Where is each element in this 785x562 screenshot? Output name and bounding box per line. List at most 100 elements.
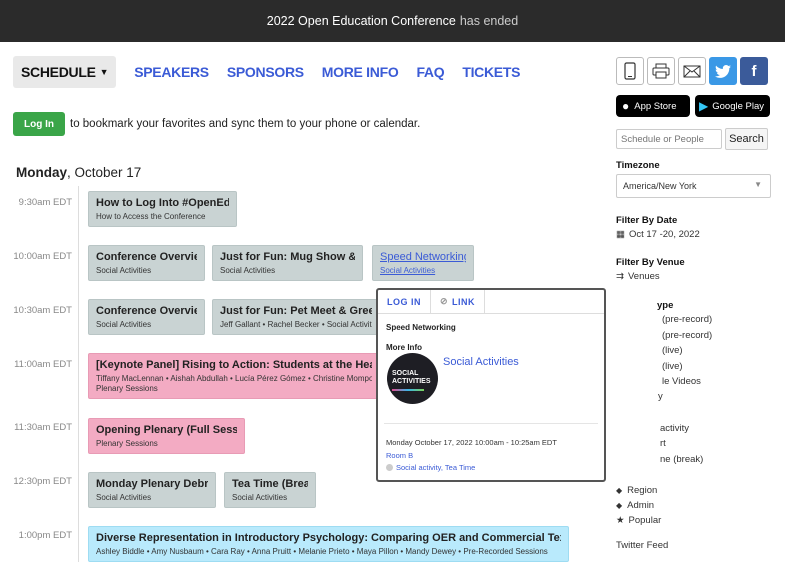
twitter-icon[interactable] xyxy=(709,57,737,85)
tags-label: Social activity, Tea Time xyxy=(396,463,476,472)
app-store-label: App Store xyxy=(634,100,677,112)
search-input[interactable] xyxy=(616,129,722,149)
filter-region[interactable]: ◆ Region xyxy=(616,485,657,496)
play-icon: ▶ xyxy=(699,99,709,113)
region-label: Region xyxy=(627,485,658,496)
time-label: 12:30pm EDT xyxy=(13,476,72,487)
time-label: 11:30am EDT xyxy=(14,422,72,433)
logo-stripe xyxy=(392,389,424,391)
schedule-menu-button[interactable]: SCHEDULE ▼ xyxy=(13,56,117,88)
event-card[interactable]: [Keynote Panel] Rising to Action: Studen… xyxy=(88,353,380,399)
event-card[interactable]: Diverse Representation in Introductory P… xyxy=(88,526,569,562)
type-item-partial[interactable]: (live) xyxy=(662,361,683,372)
event-card[interactable]: Tea Time (Break) Social Activities xyxy=(224,472,316,508)
event-card-active[interactable]: Speed Networking Social Activities xyxy=(372,245,474,281)
popup-divider xyxy=(384,423,598,424)
event-card[interactable]: Conference Overview Social Activities xyxy=(88,245,205,281)
filter-venue-label: Filter By Venue xyxy=(616,257,685,268)
search-button[interactable]: Search xyxy=(725,128,768,150)
event-card[interactable]: Conference Overview Social Activities xyxy=(88,299,205,335)
main-nav: SCHEDULE ▼ SPEAKERS SPONSORS MORE INFO FA… xyxy=(13,56,520,88)
mobile-icon[interactable] xyxy=(616,57,644,85)
popup-tags[interactable]: Social activity, Tea Time xyxy=(386,463,475,472)
day-heading: Monday, October 17 xyxy=(16,165,141,180)
event-title: Just for Fun: Mug Show & Tell xyxy=(220,251,355,263)
type-item-partial[interactable]: (pre-record) xyxy=(662,330,712,341)
banner-title: 2022 Open Education Conference xyxy=(266,14,456,28)
type-item-partial[interactable]: le Videos xyxy=(662,376,701,387)
event-sub: Tiffany MacLennan • Aishah Abdullah • Lu… xyxy=(96,374,372,383)
type-item-partial[interactable]: activity xyxy=(660,423,689,434)
weekday: Monday xyxy=(16,165,68,180)
nav-sponsors[interactable]: SPONSORS xyxy=(227,64,304,80)
app-store-button[interactable]: ● App Store xyxy=(616,95,690,117)
logo-line1: SOCIAL xyxy=(392,370,419,377)
link-icon: ⊘ xyxy=(440,296,449,306)
popup-room-link[interactable]: Room B xyxy=(386,451,413,460)
nav-more-info[interactable]: MORE INFO xyxy=(322,64,399,80)
timeline-divider xyxy=(78,186,79,562)
event-title: Tea Time (Break) xyxy=(232,478,308,490)
login-button[interactable]: Log In xyxy=(13,112,65,136)
event-card[interactable]: Just for Fun: Mug Show & Tell Social Act… xyxy=(212,245,363,281)
type-item-partial[interactable]: rt xyxy=(660,438,666,449)
event-sub: Social Activities xyxy=(96,320,152,329)
event-title: Just for Fun: Pet Meet & Greet xyxy=(220,305,372,317)
login-row: Log In to bookmark your favorites and sy… xyxy=(13,112,420,136)
type-item-partial[interactable]: (live) xyxy=(662,345,683,356)
calendar-icon: ▦ xyxy=(616,229,625,240)
event-sub: Social Activities xyxy=(96,266,152,275)
timezone-select[interactable]: America/New York ▼ xyxy=(616,174,771,198)
event-sub: Social Activities xyxy=(96,493,152,502)
event-sub: Social Activities xyxy=(232,493,288,502)
nav-faq[interactable]: FAQ xyxy=(416,64,444,80)
tag-dot-icon xyxy=(386,464,393,471)
time-label: 11:00am EDT xyxy=(14,359,72,370)
filter-venue[interactable]: ⇉ Venues xyxy=(616,271,660,282)
event-sub: Social Activities xyxy=(380,266,436,275)
nav-speakers[interactable]: SPEAKERS xyxy=(134,64,209,80)
filter-date-value: Oct 17 -20, 2022 xyxy=(628,229,700,240)
schedule-label: SCHEDULE xyxy=(21,64,96,80)
nav-tickets[interactable]: TICKETS xyxy=(462,64,520,80)
event-card[interactable]: Monday Plenary Debrief Social Activities xyxy=(88,472,216,508)
popup-category-link[interactable]: Social Activities xyxy=(443,356,519,368)
link-label: LINK xyxy=(452,296,476,307)
filter-admin[interactable]: ◆ Admin xyxy=(616,500,654,511)
event-title: Conference Overview xyxy=(96,305,197,317)
filter-date-label: Filter By Date xyxy=(616,215,678,226)
google-play-button[interactable]: ▶ Google Play xyxy=(695,95,770,117)
event-title: Diverse Representation in Introductory P… xyxy=(96,532,561,544)
event-popup: LOG IN ⊘ LINK Speed Networking More Info … xyxy=(376,288,606,482)
timezone-value: America/New York xyxy=(623,181,697,191)
event-sub: Ashley Biddle • Amy Nusbaum • Cara Ray •… xyxy=(96,547,548,556)
type-item-partial[interactable]: y xyxy=(658,391,663,402)
popup-datetime: Monday October 17, 2022 10:00am - 10:25a… xyxy=(386,438,557,447)
event-title: Monday Plenary Debrief xyxy=(96,478,208,490)
logo-line2: ACTIVITIES xyxy=(392,378,431,385)
time-label: 10:30am EDT xyxy=(13,305,72,316)
event-title: Opening Plenary (Full Session) xyxy=(96,424,237,436)
event-sub: Social Activities xyxy=(220,266,276,275)
event-sub: Plenary Sessions xyxy=(96,439,158,448)
type-item-partial[interactable]: (pre-record) xyxy=(662,314,712,325)
signpost-icon: ⇉ xyxy=(616,271,624,282)
event-card[interactable]: Just for Fun: Pet Meet & Greet Jeff Gall… xyxy=(212,299,380,335)
more-info-label: More Info xyxy=(386,343,422,352)
filter-type-label-partial: ype xyxy=(657,300,674,311)
print-icon[interactable] xyxy=(647,57,675,85)
filter-venue-value: Venues xyxy=(627,271,660,282)
filter-date[interactable]: ▦ Oct 17 -20, 2022 xyxy=(616,229,700,240)
chevron-down-icon: ▼ xyxy=(754,180,762,189)
event-card[interactable]: How to Log Into #OpenEd22 How to Access … xyxy=(88,191,237,227)
popular-label: Popular xyxy=(628,515,662,526)
popup-link-tab[interactable]: ⊘ LINK xyxy=(431,290,486,313)
popup-login-tab[interactable]: LOG IN xyxy=(378,290,431,313)
google-play-label: Google Play xyxy=(712,100,764,112)
facebook-icon[interactable]: f xyxy=(740,57,768,85)
type-item-partial[interactable]: ne (break) xyxy=(660,454,703,465)
filter-popular[interactable]: ★ Popular xyxy=(616,515,661,526)
email-icon[interactable] xyxy=(678,57,706,85)
event-card[interactable]: Opening Plenary (Full Session) Plenary S… xyxy=(88,418,245,454)
event-title: Conference Overview xyxy=(96,251,197,263)
